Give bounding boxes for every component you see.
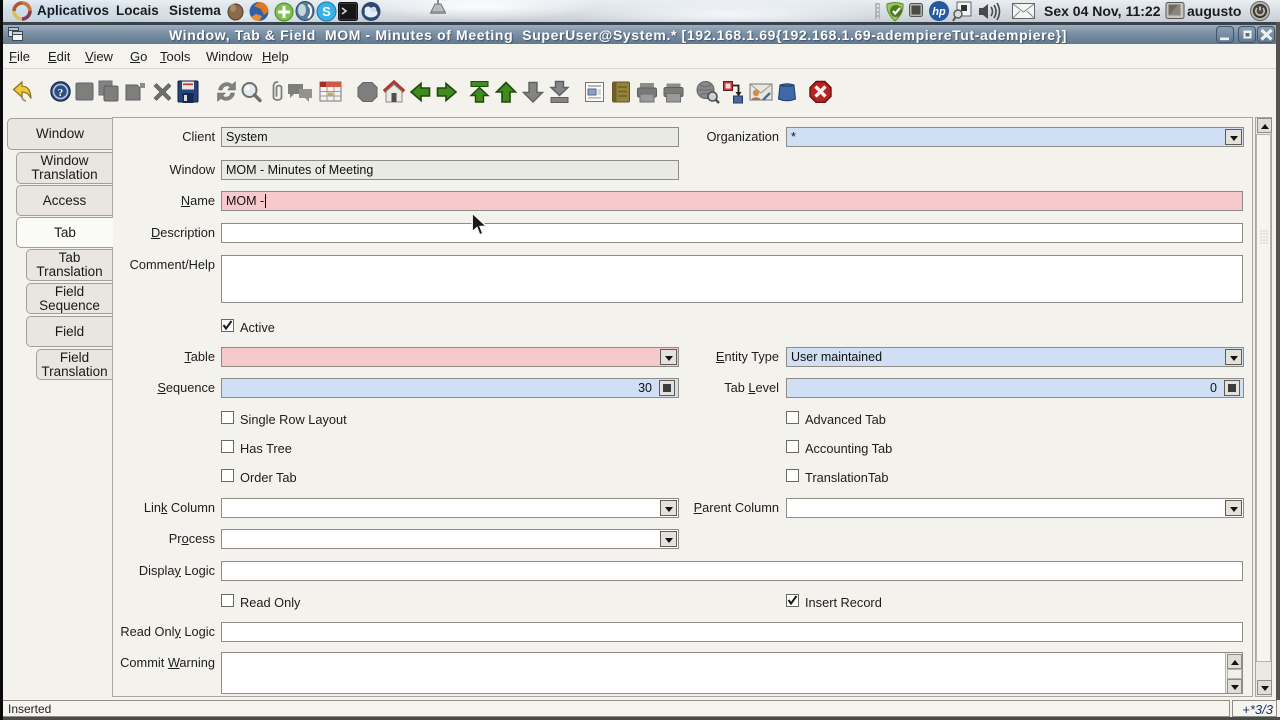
svg-text:hp: hp — [932, 6, 946, 18]
svg-text:?: ? — [58, 87, 64, 99]
svg-text:S: S — [322, 4, 331, 19]
